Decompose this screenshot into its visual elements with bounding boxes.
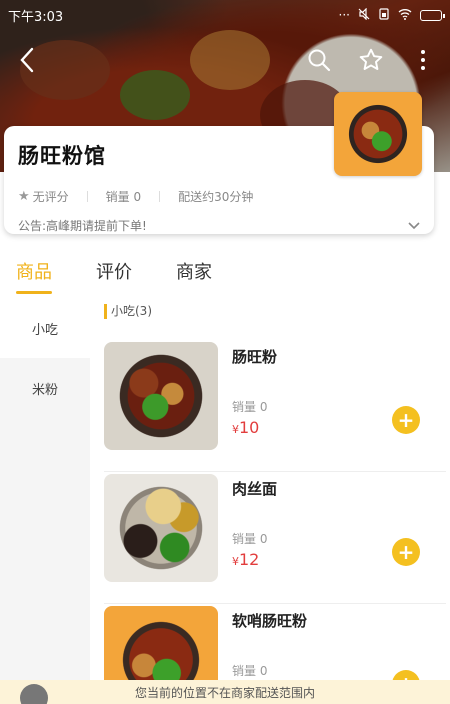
price-currency: ¥ bbox=[232, 423, 239, 436]
tab-reviews[interactable]: 评价 bbox=[96, 252, 132, 296]
chevron-down-icon[interactable] bbox=[408, 219, 420, 233]
add-to-cart-button[interactable]: + bbox=[392, 538, 420, 566]
shop-delivery-time: 配送约30分钟 bbox=[178, 190, 254, 204]
shop-meta: ★ 无评分 销量 0 配送约30分钟 bbox=[18, 188, 420, 205]
shop-notice-text: 公告:高峰期请提前下单! bbox=[18, 219, 147, 233]
back-icon[interactable] bbox=[12, 45, 42, 75]
product-name: 软哨肠旺粉 bbox=[232, 612, 308, 630]
add-to-cart-button[interactable]: + bbox=[392, 406, 420, 434]
rating-star-icon: ★ bbox=[18, 189, 30, 204]
product-name: 肉丝面 bbox=[232, 480, 278, 498]
wifi-icon bbox=[398, 8, 412, 23]
price-value: 10 bbox=[239, 418, 260, 437]
tab-bar: 商品 评价 商家 bbox=[0, 252, 450, 298]
status-bar: 下午3:03 ··· bbox=[0, 0, 450, 30]
top-bar bbox=[0, 38, 450, 82]
shop-sales: 销量 0 bbox=[105, 190, 142, 204]
product-price: ¥12 bbox=[232, 550, 259, 569]
cart-icon[interactable] bbox=[20, 684, 48, 704]
delivery-range-notice-text: 您当前的位置不在商家配送范围内 bbox=[134, 685, 315, 700]
category-snacks[interactable]: 小吃 bbox=[0, 298, 90, 358]
shop-info-card: 肠旺粉馆 ★ 无评分 销量 0 配送约30分钟 公告:高峰期请提前下单! bbox=[4, 92, 434, 234]
price-currency: ¥ bbox=[232, 555, 239, 568]
category-sidebar: 小吃 米粉 bbox=[0, 298, 90, 704]
divider bbox=[104, 471, 446, 472]
product-item[interactable]: 肉丝面 销量 0 ¥12 + bbox=[104, 474, 446, 604]
section-title: 小吃(3) bbox=[104, 304, 152, 319]
tab-products[interactable]: 商品 bbox=[16, 252, 52, 296]
star-icon[interactable] bbox=[356, 45, 386, 75]
mute-icon bbox=[358, 7, 370, 23]
more-vertical-icon[interactable] bbox=[408, 45, 438, 75]
shop-rating: 无评分 bbox=[32, 190, 69, 204]
delivery-range-notice: 您当前的位置不在商家配送范围内 bbox=[0, 680, 450, 704]
tab-merchant[interactable]: 商家 bbox=[176, 252, 212, 296]
app-root: 下午3:03 ··· 肠旺粉馆 ★ 无评分 销量 0 配送约30分钟 公告:高峰… bbox=[0, 0, 450, 704]
product-price: ¥10 bbox=[232, 418, 259, 437]
divider bbox=[104, 603, 446, 604]
category-rice-noodles[interactable]: 米粉 bbox=[0, 358, 90, 418]
product-image[interactable] bbox=[104, 342, 218, 450]
price-value: 12 bbox=[239, 550, 260, 569]
product-sales: 销量 0 bbox=[232, 400, 268, 414]
product-sales: 销量 0 bbox=[232, 532, 268, 546]
status-time: 下午3:03 bbox=[8, 9, 64, 25]
shop-logo bbox=[334, 92, 422, 176]
product-name: 肠旺粉 bbox=[232, 348, 278, 366]
shop-notice[interactable]: 公告:高峰期请提前下单! bbox=[18, 217, 420, 234]
product-list: 小吃(3) 肠旺粉 销量 0 ¥10 + 肉丝面 销量 0 ¥12 + 软哨肠旺… bbox=[90, 298, 450, 704]
product-image[interactable] bbox=[104, 474, 218, 582]
battery-icon bbox=[420, 9, 445, 21]
product-item[interactable]: 肠旺粉 销量 0 ¥10 + bbox=[104, 342, 446, 472]
search-icon[interactable] bbox=[304, 45, 334, 75]
sim-icon bbox=[378, 7, 390, 23]
status-icons: ··· bbox=[338, 7, 445, 23]
more-dots-icon: ··· bbox=[338, 8, 350, 22]
divider bbox=[86, 191, 88, 202]
product-sales: 销量 0 bbox=[232, 664, 268, 678]
divider bbox=[159, 191, 161, 202]
